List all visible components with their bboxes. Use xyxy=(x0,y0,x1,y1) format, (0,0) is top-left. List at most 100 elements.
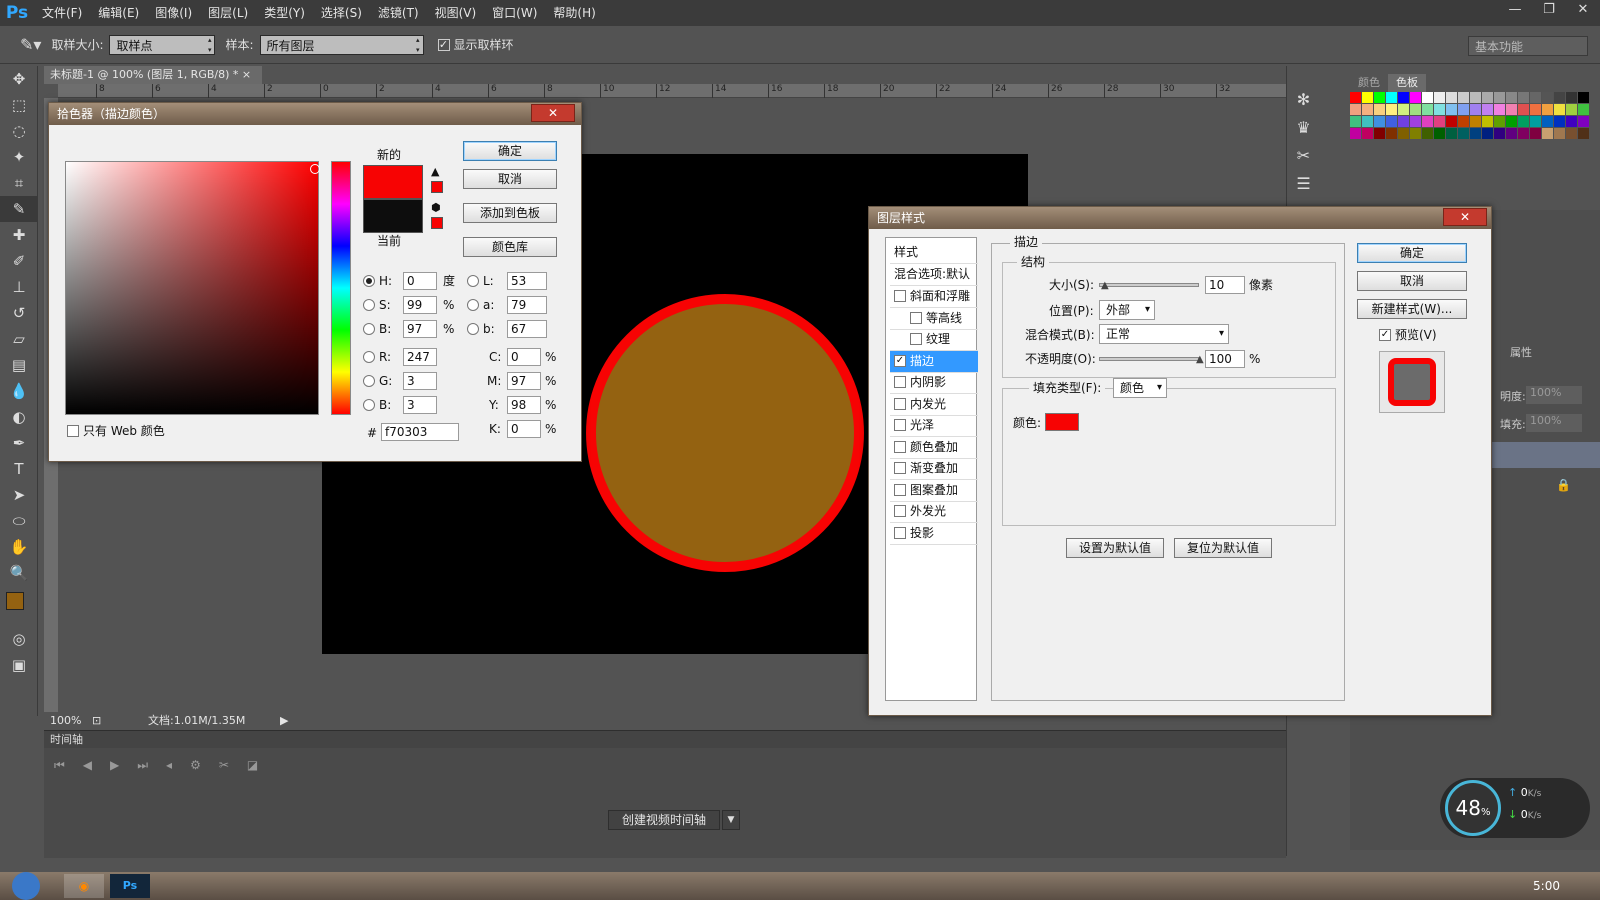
menu-item[interactable]: 窗口(W) xyxy=(484,0,545,26)
hue-slider[interactable] xyxy=(331,161,351,415)
restore-button[interactable]: ❐ xyxy=(1532,0,1566,22)
swatch[interactable] xyxy=(1554,128,1565,139)
swatch[interactable] xyxy=(1554,116,1565,127)
status-arrow-icon[interactable]: ▶ xyxy=(280,712,288,730)
clone-source-icon[interactable]: ♛ xyxy=(1287,114,1320,142)
close-icon[interactable]: × xyxy=(242,68,251,81)
swatch[interactable] xyxy=(1506,116,1517,127)
cube-icon[interactable]: ⬢ xyxy=(431,201,441,214)
swatch[interactable] xyxy=(1422,116,1433,127)
swatch[interactable] xyxy=(1410,92,1421,103)
g-radio[interactable] xyxy=(363,375,375,387)
close-icon[interactable]: ✕ xyxy=(1443,208,1487,226)
firefox-taskbar-icon[interactable]: ◉ xyxy=(64,874,104,898)
brush-settings-icon[interactable]: ✻ xyxy=(1287,86,1320,114)
style-checkbox[interactable]: ✓ xyxy=(894,354,906,367)
swatch[interactable] xyxy=(1422,104,1433,115)
brightness-field[interactable]: 97 xyxy=(403,320,437,338)
color-cursor[interactable] xyxy=(310,164,320,174)
status-icon[interactable]: ⊡ xyxy=(92,712,101,730)
menu-item[interactable]: 图像(I) xyxy=(147,0,200,26)
swatch[interactable] xyxy=(1494,92,1505,103)
opacity-slider[interactable]: ▲ xyxy=(1099,354,1204,365)
healing-brush-icon[interactable]: ✚ xyxy=(0,222,38,248)
swatch[interactable] xyxy=(1566,128,1577,139)
history-brush-icon[interactable]: ↺ xyxy=(0,300,38,326)
swatch[interactable] xyxy=(1506,92,1517,103)
styles-header[interactable]: 样式 xyxy=(890,242,978,264)
swatch[interactable] xyxy=(1374,92,1385,103)
swatch[interactable] xyxy=(1542,104,1553,115)
size-slider[interactable]: ▲ xyxy=(1099,280,1199,291)
path-select-icon[interactable]: ➤ xyxy=(0,482,38,508)
ok-button[interactable]: 确定 xyxy=(463,141,557,161)
swatch[interactable] xyxy=(1422,128,1433,139)
swatch[interactable] xyxy=(1494,116,1505,127)
swatch[interactable] xyxy=(1518,104,1529,115)
photoshop-taskbar-icon[interactable]: Ps xyxy=(110,874,150,898)
swatch[interactable] xyxy=(1518,116,1529,127)
magic-wand-tool-icon[interactable]: ✦ xyxy=(0,144,38,170)
tab-properties[interactable]: 属性 xyxy=(1510,344,1532,360)
create-video-timeline-button[interactable]: 创建视频时间轴 xyxy=(608,810,720,830)
saturation-brightness-field[interactable] xyxy=(65,161,320,415)
menu-item[interactable]: 选择(S) xyxy=(313,0,370,26)
style-checkbox[interactable] xyxy=(910,311,922,324)
r-field[interactable]: 247 xyxy=(403,348,437,366)
swatch[interactable] xyxy=(1458,116,1469,127)
blend-mode-select[interactable]: 正常 xyxy=(1099,324,1229,344)
menu-item[interactable]: 视图(V) xyxy=(427,0,485,26)
swatch[interactable] xyxy=(1362,128,1373,139)
set-default-button[interactable]: 设置为默认值 xyxy=(1066,538,1164,558)
swatch[interactable] xyxy=(1482,104,1493,115)
swatch[interactable] xyxy=(1398,128,1409,139)
swatch[interactable] xyxy=(1494,128,1505,139)
gamut-color-chip[interactable] xyxy=(431,181,443,193)
swatch[interactable] xyxy=(1410,128,1421,139)
swatch[interactable] xyxy=(1554,104,1565,115)
hand-tool-icon[interactable]: ✋ xyxy=(0,534,38,560)
tab-swatches[interactable]: 色板 xyxy=(1388,74,1426,92)
style-item[interactable]: 渐变叠加 xyxy=(890,458,978,480)
lab-b-radio[interactable] xyxy=(467,323,479,335)
move-tool-icon[interactable]: ✥ xyxy=(0,66,38,92)
a-field[interactable]: 79 xyxy=(507,296,547,314)
menu-item[interactable]: 滤镜(T) xyxy=(370,0,427,26)
warning-icon[interactable]: ▲ xyxy=(431,165,439,178)
opacity-field[interactable]: 100 xyxy=(1205,350,1245,368)
swatch[interactable] xyxy=(1398,104,1409,115)
swatch[interactable] xyxy=(1434,128,1445,139)
tab-color[interactable]: 颜色 xyxy=(1350,74,1388,92)
new-style-button[interactable]: 新建样式(W)... xyxy=(1357,299,1467,319)
c-field[interactable]: 0 xyxy=(507,348,541,366)
color-libraries-button[interactable]: 颜色库 xyxy=(463,237,557,257)
opacity-field[interactable]: 100% xyxy=(1526,386,1582,404)
swatch[interactable] xyxy=(1506,128,1517,139)
swatch[interactable] xyxy=(1554,92,1565,103)
history-icon[interactable]: ☰ xyxy=(1287,170,1320,198)
swatch[interactable] xyxy=(1578,104,1589,115)
dodge-tool-icon[interactable]: ◐ xyxy=(0,404,38,430)
eyedropper-icon[interactable]: ✎ xyxy=(0,196,38,222)
brush-presets-icon[interactable]: ✂ xyxy=(1287,142,1320,170)
clock[interactable]: 5:00 xyxy=(1533,879,1560,893)
swatch[interactable] xyxy=(1494,104,1505,115)
eraser-tool-icon[interactable]: ▱ xyxy=(0,326,38,352)
swatch[interactable] xyxy=(1530,92,1541,103)
swatch[interactable] xyxy=(1518,92,1529,103)
swatch[interactable] xyxy=(1458,104,1469,115)
blue-field[interactable]: 3 xyxy=(403,396,437,414)
swatch[interactable] xyxy=(1410,116,1421,127)
chevron-down-icon[interactable]: ▼ xyxy=(722,810,740,830)
style-item[interactable]: 内阴影 xyxy=(890,372,978,394)
web-only-checkbox[interactable] xyxy=(67,425,79,437)
swatch[interactable] xyxy=(1362,104,1373,115)
swatch[interactable] xyxy=(1542,128,1553,139)
swatch[interactable] xyxy=(1482,116,1493,127)
stamp-tool-icon[interactable]: ⊥ xyxy=(0,274,38,300)
start-button[interactable] xyxy=(12,872,40,900)
quick-mask-icon[interactable]: ◎ xyxy=(0,626,38,652)
swatch[interactable] xyxy=(1578,92,1589,103)
style-item[interactable]: 图案叠加 xyxy=(890,480,978,502)
fill-type-select[interactable]: 颜色 xyxy=(1113,378,1167,398)
